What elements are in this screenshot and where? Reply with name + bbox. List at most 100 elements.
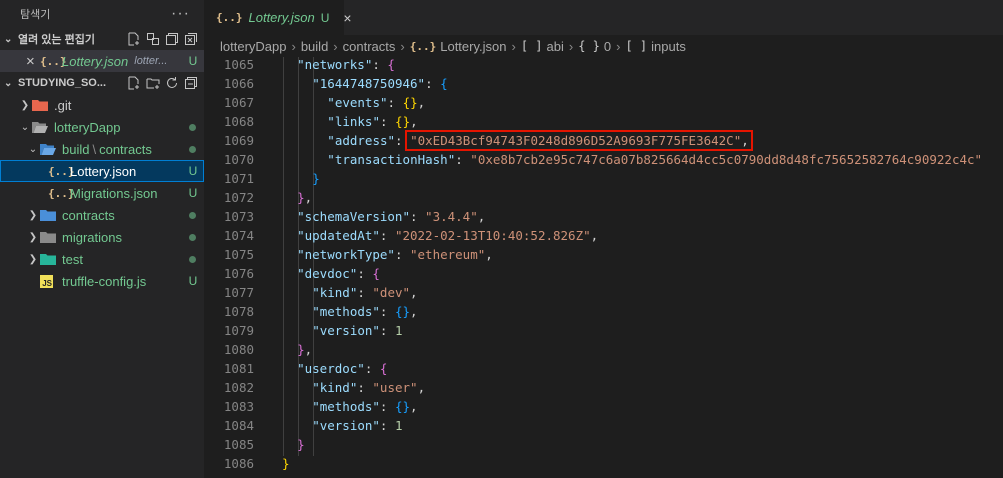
chevron-right-icon: ❯ bbox=[28, 209, 38, 221]
breadcrumb-item[interactable]: 0 bbox=[604, 39, 611, 54]
new-folder-icon[interactable] bbox=[146, 76, 160, 90]
open-editor-path: lotter... bbox=[134, 55, 168, 67]
tree-item-label: migrations bbox=[62, 229, 122, 245]
code-line[interactable]: "devdoc": { bbox=[297, 266, 380, 281]
open-editors-header[interactable]: ⌄ 열려 있는 편집기 bbox=[0, 28, 204, 50]
test-folder-icon bbox=[40, 251, 58, 267]
address-highlight-box bbox=[405, 130, 753, 151]
workspace-header[interactable]: ⌄ STUDYING_SO... bbox=[0, 72, 204, 94]
code-editor[interactable]: 1065 "networks": {1066 "1644748750946": {1… bbox=[204, 57, 1003, 478]
tree-item-label: lotteryDapp bbox=[54, 119, 121, 135]
code-line[interactable]: "updatedAt": "2022-02-13T10:40:52.826Z", bbox=[297, 228, 598, 243]
line-number: 1077 bbox=[223, 285, 254, 300]
refresh-icon[interactable] bbox=[165, 76, 179, 90]
tree-item-truffle-config[interactable]: JS truffle-config.js U bbox=[0, 270, 204, 292]
code-line[interactable]: "methods": {}, bbox=[312, 399, 417, 414]
code-line[interactable]: } bbox=[312, 171, 320, 186]
contracts-folder-icon bbox=[40, 207, 58, 223]
chevron-down-icon: ⌄ bbox=[20, 121, 30, 133]
line-number: 1074 bbox=[223, 228, 254, 243]
chevron-down-icon: ⌄ bbox=[4, 33, 13, 45]
untracked-badge: U bbox=[188, 164, 198, 178]
tree-item-lotterydapp[interactable]: ⌄ lotteryDapp bbox=[0, 116, 204, 138]
code-line[interactable]: "networkType": "ethereum", bbox=[297, 247, 493, 262]
code-line[interactable]: "methods": {}, bbox=[312, 304, 417, 319]
object-icon: { } bbox=[578, 39, 600, 53]
tree-item-label: truffle-config.js bbox=[62, 273, 147, 289]
tree-item-git[interactable]: ❯ .git bbox=[0, 94, 204, 116]
line-number: 1072 bbox=[223, 190, 254, 205]
tab-bar: {..} Lottery.json U × bbox=[204, 0, 1003, 35]
tab-status: U bbox=[320, 10, 330, 25]
folder-open-icon bbox=[32, 119, 50, 135]
untracked-badge: U bbox=[188, 54, 198, 68]
tree-item-build-contracts[interactable]: ⌄ build \ contracts bbox=[0, 138, 204, 160]
open-editor-item[interactable]: × {..} Lottery.json lotter... U bbox=[0, 50, 204, 72]
open-editors-label: 열려 있는 편집기 bbox=[18, 34, 95, 46]
modified-dot bbox=[189, 123, 196, 131]
line-number: 1067 bbox=[223, 95, 254, 110]
tree-item-label: .git bbox=[54, 97, 72, 113]
git-folder-icon bbox=[32, 97, 50, 113]
code-line[interactable]: "links": {}, bbox=[327, 114, 417, 129]
code-line[interactable]: "transactionHash": "0xe8b7cb2e95c747c6a0… bbox=[327, 152, 982, 167]
chevron-right-icon: ❯ bbox=[28, 231, 38, 243]
collapse-all-icon[interactable] bbox=[184, 76, 198, 90]
chevron-right-icon: › bbox=[568, 38, 574, 54]
json-file-icon: {..} bbox=[216, 11, 243, 24]
breadcrumb-item[interactable]: build bbox=[301, 39, 328, 54]
explorer-header: 탐색기 ··· bbox=[0, 0, 204, 28]
breadcrumb-item[interactable]: abi bbox=[547, 39, 564, 54]
code-line[interactable]: "userdoc": { bbox=[297, 361, 387, 376]
code-line[interactable]: "kind": "user", bbox=[312, 380, 425, 395]
indent-guide bbox=[283, 57, 284, 456]
more-actions-icon[interactable]: ··· bbox=[171, 5, 190, 23]
line-number: 1079 bbox=[223, 323, 254, 338]
code-line[interactable]: "version": 1 bbox=[312, 418, 402, 433]
close-icon[interactable]: × bbox=[26, 53, 40, 70]
toggle-vertical-icon[interactable] bbox=[146, 32, 160, 46]
tab-lottery-json[interactable]: {..} Lottery.json U × bbox=[204, 0, 352, 35]
save-all-icon[interactable] bbox=[165, 32, 179, 46]
code-line[interactable]: } bbox=[282, 456, 290, 471]
modified-dot bbox=[189, 211, 196, 219]
tree-item-label: contracts bbox=[62, 207, 115, 223]
code-line[interactable]: "events": {}, bbox=[327, 95, 425, 110]
tree-item-migrations-json[interactable]: {..} Migrations.json U bbox=[0, 182, 204, 204]
line-number: 1085 bbox=[223, 437, 254, 452]
breadcrumb-item[interactable]: contracts bbox=[343, 39, 396, 54]
chevron-right-icon: › bbox=[400, 38, 405, 54]
tree-item-migrations[interactable]: ❯ migrations bbox=[0, 226, 204, 248]
tree-item-test[interactable]: ❯ test bbox=[0, 248, 204, 270]
new-untitled-file-icon[interactable] bbox=[127, 32, 141, 46]
line-number: 1068 bbox=[223, 114, 254, 129]
json-file-icon: {..} bbox=[409, 39, 437, 53]
breadcrumb-item[interactable]: lotteryDapp bbox=[220, 39, 286, 54]
tab-label: Lottery.json bbox=[248, 10, 315, 25]
code-line[interactable]: }, bbox=[297, 190, 312, 205]
tree-item-lottery-json[interactable]: {..} Lottery.json U bbox=[0, 160, 204, 182]
code-line[interactable]: "kind": "dev", bbox=[312, 285, 417, 300]
line-number: 1070 bbox=[223, 152, 254, 167]
code-line[interactable]: "1644748750946": { bbox=[312, 76, 447, 91]
new-file-icon[interactable] bbox=[127, 76, 141, 90]
code-line[interactable]: } bbox=[297, 437, 305, 452]
code-line[interactable]: "networks": { bbox=[297, 57, 395, 72]
breadcrumb-item[interactable]: Lottery.json bbox=[440, 39, 506, 54]
line-number: 1081 bbox=[223, 361, 254, 376]
close-icon[interactable]: × bbox=[343, 10, 351, 26]
close-all-icon[interactable] bbox=[184, 32, 198, 46]
chevron-right-icon: › bbox=[291, 38, 296, 54]
chevron-right-icon: › bbox=[333, 38, 338, 54]
chevron-down-icon: ⌄ bbox=[28, 143, 38, 155]
line-number: 1084 bbox=[223, 418, 254, 433]
tree-item-contracts[interactable]: ❯ contracts bbox=[0, 204, 204, 226]
breadcrumb-item[interactable]: inputs bbox=[651, 39, 686, 54]
array-icon: [ ] bbox=[520, 39, 543, 53]
line-number: 1082 bbox=[223, 380, 254, 395]
array-icon: [ ] bbox=[625, 39, 648, 53]
folder-icon bbox=[40, 229, 58, 245]
code-line[interactable]: }, bbox=[297, 342, 312, 357]
code-line[interactable]: "version": 1 bbox=[312, 323, 402, 338]
code-line[interactable]: "schemaVersion": "3.4.4", bbox=[297, 209, 485, 224]
